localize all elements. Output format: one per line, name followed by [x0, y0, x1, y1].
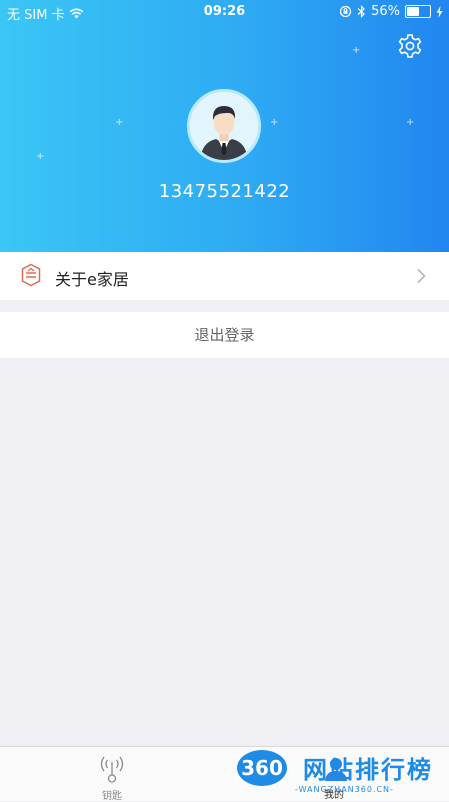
sparkle-icon: + — [406, 117, 415, 128]
chevron-right-icon — [417, 268, 426, 284]
orientation-lock-icon — [339, 5, 352, 18]
tab-mine-label: 我的 — [324, 790, 344, 801]
watermark-subtitle: -WANGZHAN360.CN- — [295, 785, 394, 794]
about-label: 关于e家居 — [55, 270, 129, 289]
logout-button[interactable]: 退出登录 — [0, 312, 449, 358]
battery-icon — [405, 5, 431, 18]
phone-number: 13475521422 — [158, 181, 291, 202]
profile-header: 无 SIM 卡 09:26 56% + + + + + 13475521422 — [0, 0, 449, 252]
sparkle-icon: + — [115, 117, 124, 128]
bluetooth-icon — [357, 5, 365, 18]
battery-fill — [407, 7, 420, 16]
about-hexagon-icon — [21, 263, 41, 287]
status-bar: 无 SIM 卡 09:26 56% — [0, 0, 449, 24]
sparkle-icon: + — [352, 45, 361, 56]
watermark: 360 网站排行榜 -WANGZHAN360.CN- 我的 — [237, 746, 449, 801]
key-signal-icon — [100, 756, 124, 783]
watermark-logo: 360 — [237, 750, 287, 786]
user-avatar-icon — [190, 92, 258, 160]
avatar[interactable] — [187, 89, 261, 163]
status-right: 56% — [339, 4, 443, 19]
charging-icon — [436, 5, 443, 18]
tab-key[interactable]: 钥匙 — [0, 747, 224, 802]
watermark-title: 网站排行榜 — [303, 756, 433, 784]
battery-percent: 56% — [371, 4, 400, 19]
settings-gear-icon[interactable] — [397, 33, 423, 59]
sparkle-icon: + — [270, 117, 279, 128]
sparkle-icon: + — [36, 151, 45, 162]
